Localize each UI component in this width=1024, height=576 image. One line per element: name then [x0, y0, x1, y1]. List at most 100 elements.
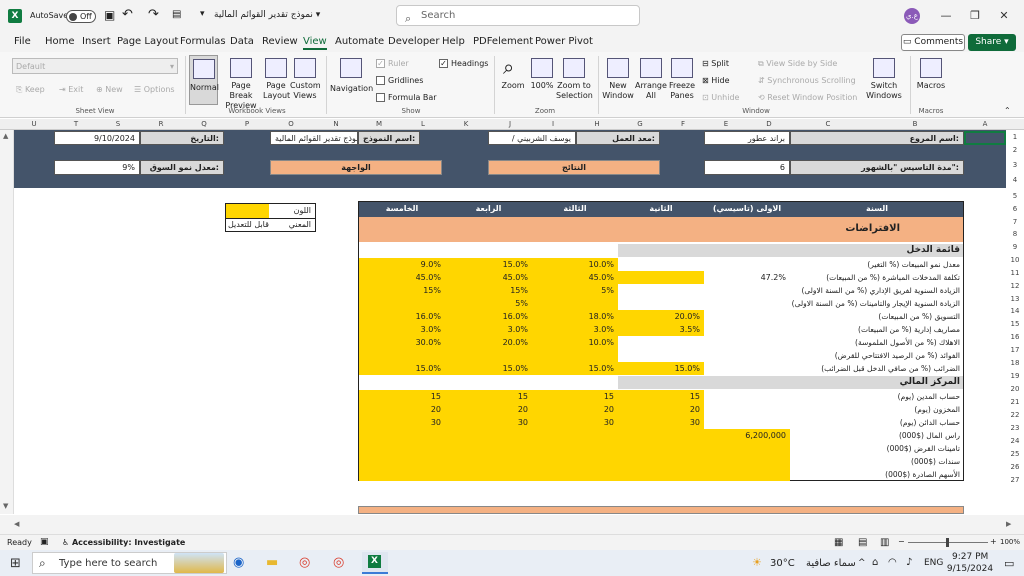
- ruler-checkbox[interactable]: Ruler: [376, 59, 409, 68]
- tab-help[interactable]: Help: [442, 36, 465, 47]
- gridlines-checkbox[interactable]: Gridlines: [376, 76, 423, 85]
- comments-button[interactable]: ▭ Comments: [901, 34, 965, 51]
- editable-cell[interactable]: [704, 468, 790, 481]
- editable-cell[interactable]: [359, 297, 445, 310]
- tab-formulas[interactable]: Formulas: [180, 36, 226, 47]
- value-cell[interactable]: 30: [445, 418, 528, 427]
- editable-cell[interactable]: [704, 442, 790, 455]
- value-cell[interactable]: 5%: [445, 299, 528, 308]
- column-header-D[interactable]: D: [754, 119, 784, 130]
- row-header-22[interactable]: 22: [1006, 411, 1024, 419]
- value-cell[interactable]: 45.0%: [532, 273, 614, 282]
- editable-cell[interactable]: [618, 271, 704, 284]
- row-header-9[interactable]: 9: [1006, 243, 1024, 251]
- column-header-M[interactable]: M: [364, 119, 394, 130]
- unhide-button[interactable]: ⊡ Unhide: [702, 93, 739, 102]
- tab-review[interactable]: Review: [262, 36, 298, 47]
- column-header-K[interactable]: K: [451, 119, 481, 130]
- macros-button[interactable]: Macros: [914, 55, 948, 105]
- column-header-U[interactable]: U: [19, 119, 49, 130]
- headings-checkbox[interactable]: Headings: [439, 59, 488, 68]
- network-icon[interactable]: ⌂: [872, 557, 878, 568]
- tab-pdfelement[interactable]: PDFelement: [473, 36, 533, 47]
- preparer-value-cell[interactable]: / يوسف الشربيني: [488, 131, 576, 145]
- normal-view-button[interactable]: Normal: [189, 55, 219, 105]
- tab-power-pivot[interactable]: Power Pivot: [535, 36, 593, 47]
- column-header-F[interactable]: F: [668, 119, 698, 130]
- row-header-25[interactable]: 25: [1006, 450, 1024, 458]
- column-header-P[interactable]: P: [232, 119, 262, 130]
- editable-cell[interactable]: [445, 455, 532, 468]
- column-header-B[interactable]: B: [900, 119, 930, 130]
- row-header-26[interactable]: 26: [1006, 463, 1024, 471]
- new-view-button[interactable]: ⊕ New: [96, 85, 123, 94]
- autosave-toggle[interactable]: Off: [66, 10, 96, 23]
- keep-button[interactable]: ⎘ Keep: [16, 85, 45, 95]
- model-label-cell[interactable]: اسم النموذج:: [358, 131, 420, 145]
- growth-value-cell[interactable]: 9%: [54, 160, 140, 175]
- row-header-13[interactable]: 13: [1006, 295, 1024, 303]
- value-cell[interactable]: 9.0%: [359, 260, 441, 269]
- editable-cell[interactable]: [359, 349, 445, 362]
- document-title[interactable]: نموذج تقدير القوائم المالية ▾: [214, 10, 320, 20]
- editable-cell[interactable]: [618, 468, 704, 481]
- view-side-by-side-button[interactable]: ⧉ View Side by Side: [758, 59, 837, 69]
- weather-text[interactable]: سماء صافية: [806, 558, 856, 569]
- value-cell[interactable]: 20.0%: [445, 338, 528, 347]
- tab-view[interactable]: View: [303, 36, 327, 50]
- new-window-button[interactable]: New Window: [602, 55, 634, 105]
- project-label-cell[interactable]: اسم المروع:: [790, 131, 964, 145]
- value-cell[interactable]: 16.0%: [359, 312, 441, 321]
- row-header-10[interactable]: 10: [1006, 256, 1024, 264]
- value-cell[interactable]: 20: [618, 405, 700, 414]
- zoom-100-button[interactable]: 100%: [530, 55, 554, 105]
- row-header-7[interactable]: 7: [1006, 218, 1024, 226]
- row-header-16[interactable]: 16: [1006, 333, 1024, 341]
- value-cell[interactable]: 30: [359, 418, 441, 427]
- row-header-12[interactable]: 12: [1006, 282, 1024, 290]
- editable-cell[interactable]: [532, 429, 618, 442]
- page-layout-view-icon[interactable]: ▤: [858, 537, 867, 548]
- value-cell[interactable]: 30: [618, 418, 700, 427]
- editable-cell[interactable]: [445, 429, 532, 442]
- editable-cell[interactable]: [445, 349, 532, 362]
- options-button[interactable]: ☰ Options: [134, 85, 175, 94]
- editable-cell[interactable]: [618, 429, 704, 442]
- value-cell[interactable]: 20: [532, 405, 614, 414]
- tab-home[interactable]: Home: [45, 36, 75, 47]
- editable-cell[interactable]: [618, 455, 704, 468]
- value-cell[interactable]: 10.0%: [532, 260, 614, 269]
- column-header-J[interactable]: J: [495, 119, 525, 130]
- column-header-H[interactable]: H: [582, 119, 612, 130]
- editable-cell[interactable]: [359, 429, 445, 442]
- column-header-S[interactable]: S: [103, 119, 133, 130]
- hide-button[interactable]: ⊠ Hide: [702, 76, 730, 85]
- synchronous-scrolling-button[interactable]: ⇵ Synchronous Scrolling: [758, 76, 856, 85]
- notifications-icon[interactable]: ▭: [1004, 557, 1014, 570]
- editable-cell[interactable]: [704, 455, 790, 468]
- column-header-R[interactable]: R: [146, 119, 176, 130]
- file-explorer-icon[interactable]: ▬: [266, 555, 278, 570]
- freeze-panes-button[interactable]: Freeze Panes: [667, 55, 697, 105]
- value-cell[interactable]: 30.0%: [359, 338, 441, 347]
- editable-cell[interactable]: [445, 442, 532, 455]
- zoom-slider-thumb[interactable]: [946, 538, 949, 547]
- value-cell[interactable]: 10.0%: [532, 338, 614, 347]
- horizontal-scrollbar[interactable]: ◀ ▶: [0, 515, 1024, 534]
- macro-record-icon[interactable]: ▣: [40, 537, 49, 547]
- value-cell[interactable]: 15%: [359, 286, 441, 295]
- row-header-11[interactable]: 11: [1006, 269, 1024, 277]
- value-cell[interactable]: 15.0%: [445, 260, 528, 269]
- column-header-Q[interactable]: Q: [189, 119, 219, 130]
- column-header-A[interactable]: A: [970, 119, 1000, 130]
- column-header-E[interactable]: E: [711, 119, 741, 130]
- column-header-N[interactable]: N: [321, 119, 351, 130]
- editable-cell[interactable]: [532, 442, 618, 455]
- restore-icon[interactable]: ❐: [967, 8, 983, 24]
- column-header-G[interactable]: G: [625, 119, 655, 130]
- row-header-14[interactable]: 14: [1006, 307, 1024, 315]
- value-cell[interactable]: 15: [359, 392, 441, 401]
- quick-access-icon[interactable]: ▤: [172, 9, 181, 20]
- value-cell[interactable]: 20: [359, 405, 441, 414]
- tray-chevron-icon[interactable]: ^: [858, 558, 866, 568]
